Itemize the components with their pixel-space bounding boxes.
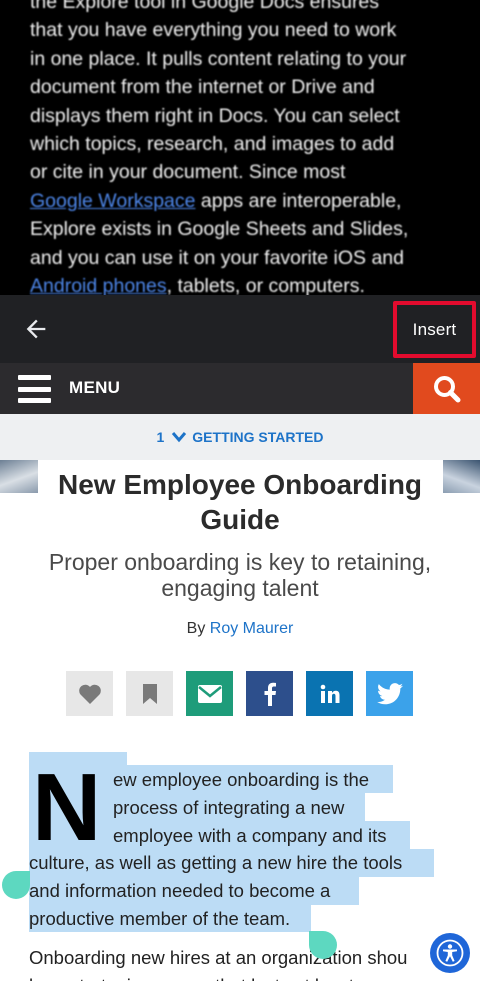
subtitle-line: Proper onboarding is key to retaining, [48,549,432,575]
preview-line: Explore exists in Google Sheets and Slid… [30,218,409,241]
hamburger-menu-icon[interactable] [18,375,51,403]
preview-text: the Explore tool in Google Docs ensures … [30,0,470,295]
title-line: Guide [200,504,280,535]
byline-prefix: By [186,620,210,637]
selection-start-handle[interactable] [2,871,30,899]
preview-line: displays them right in Docs. You can sel… [30,104,400,127]
facebook-share-button[interactable] [246,671,293,716]
author-link[interactable]: Roy Maurer [210,620,294,637]
breadcrumb-label: GETTING STARTED [192,429,324,445]
search-icon [433,375,460,402]
linkedin-share-button[interactable] [306,671,353,716]
paragraph-line: employee with a company and its [113,825,387,846]
paragraph-line: be a strategic process that lasts at lea… [29,972,390,981]
drop-cap: N [32,754,102,861]
heart-icon [78,684,101,704]
paragraph-line: productive member of the team. [29,908,291,929]
back-arrow-icon[interactable] [22,315,50,343]
preview-line: that you have everything you need to wor… [30,19,397,42]
linkedin-icon [320,684,339,703]
insert-button[interactable]: Insert [398,306,471,353]
breadcrumb-number: 1 [156,429,165,445]
breadcrumb[interactable]: 1 GETTING STARTED [0,414,480,460]
preview-line: Android phones, tablets, or computers. [30,272,470,295]
chevron-down-icon [172,432,187,443]
paragraph-line: culture, as well as getting a new hire t… [29,852,403,873]
preview-line-text: apps are interoperable, [195,189,402,212]
twitter-icon [376,682,403,704]
paragraph-line: Onboarding new hires at an organization … [29,947,408,968]
paragraph-line: ew employee onboarding is the [113,769,370,790]
preview-line: document from the internet or Drive and [30,76,375,99]
paragraph-line: and information needed to become a [29,880,331,901]
page-title: New Employee Onboarding Guide [40,467,440,537]
preview-line-text: , tablets, or computers. [166,275,365,295]
subtitle-line: engaging talent [161,575,319,601]
preview-line: in one place. It pulls content relating … [30,47,407,70]
preview-line: or cite in your document. Since most [30,161,346,184]
email-share-button[interactable] [186,671,233,716]
bookmark-icon [142,683,157,704]
facebook-icon [264,682,276,706]
email-icon [197,684,222,703]
page-subtitle: Proper onboarding is key to retaining, e… [20,549,460,601]
preview-line: and you can use it on your favorite iOS … [30,246,404,269]
preview-line: which topics, research, and images to ad… [30,133,395,156]
menu-label[interactable]: MENU [69,378,120,398]
preview-link-android-phones[interactable]: Android phones [30,275,167,295]
hero-image-right [443,460,480,493]
preview-line: Google Workspace apps are interoperable, [30,187,470,215]
preview-link-google-workspace[interactable]: Google Workspace [30,190,195,212]
bookmark-button[interactable] [126,671,173,716]
like-button[interactable] [66,671,113,716]
paragraph-line: process of integrating a new [113,797,345,818]
explore-preview: the Explore tool in Google Docs ensures … [0,0,480,295]
site-menu-bar: MENU [0,363,480,414]
search-button[interactable] [413,363,480,414]
selection-end-handle[interactable] [309,931,337,959]
hero-image-left [0,460,38,493]
accessibility-button[interactable] [430,933,470,973]
preview-line: the Explore tool in Google Docs ensures [30,0,380,13]
byline: By Roy Maurer [0,620,480,638]
twitter-share-button[interactable] [366,671,413,716]
title-line: New Employee Onboarding [57,469,423,500]
accessibility-icon [436,939,464,967]
